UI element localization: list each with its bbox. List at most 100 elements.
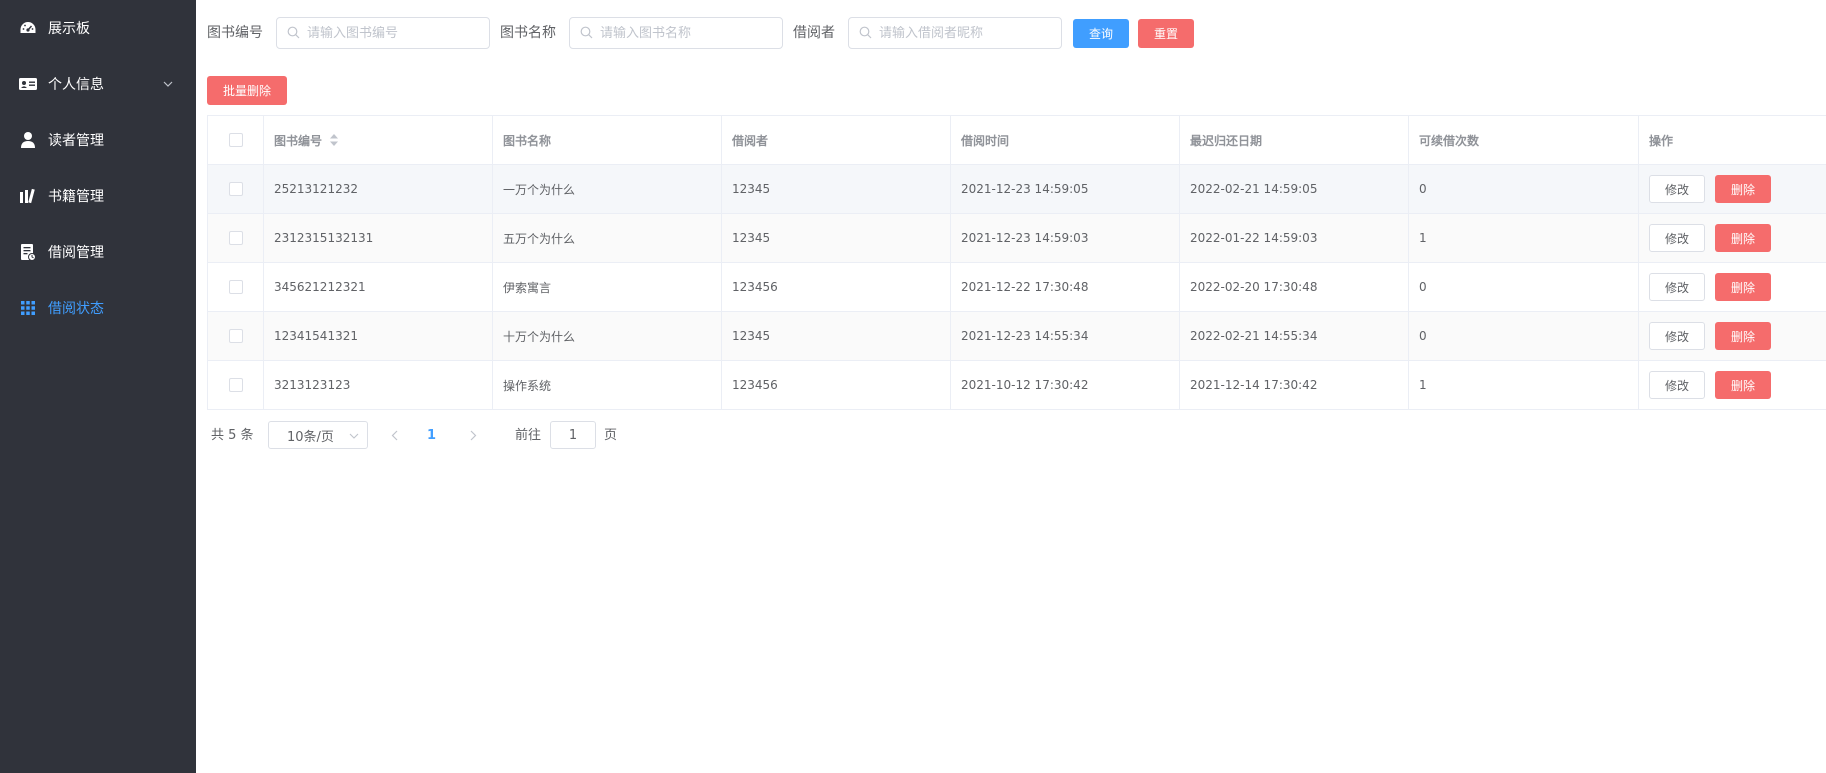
row-checkbox-cell (208, 165, 264, 213)
goto-label: 前往 (515, 428, 542, 443)
cell-due-date: 2021-12-14 17:30:42 (1180, 361, 1409, 409)
row-checkbox[interactable] (228, 280, 243, 294)
edit-button[interactable]: 修改 (1649, 175, 1705, 203)
pagination-total: 共 5 条 (211, 428, 254, 443)
sidebar-item-borrow-management[interactable]: 借阅管理 (0, 224, 196, 280)
cell-book-name: 一万个为什么 (493, 165, 722, 213)
select-all-checkbox[interactable] (228, 133, 243, 147)
sidebar-item-label: 展示板 (48, 21, 90, 37)
cell-renew-count: 0 (1409, 165, 1639, 213)
table-row: 3213123123 操作系统 123456 2021-10-12 17:30:… (208, 361, 1826, 410)
cell-book-id: 3213123123 (264, 361, 493, 409)
sidebar-item-borrow-status[interactable]: 借阅状态 (0, 280, 196, 336)
delete-button[interactable]: 删除 (1715, 175, 1771, 203)
cell-book-name: 五万个为什么 (493, 214, 722, 262)
column-header-book-id[interactable]: 图书编号 (264, 116, 493, 164)
cell-book-name: 伊索寓言 (493, 263, 722, 311)
row-checkbox-cell (208, 361, 264, 409)
sort-caret-icon[interactable] (330, 134, 339, 146)
cell-actions: 修改 删除 (1639, 312, 1826, 360)
cell-borrower: 123456 (722, 263, 951, 311)
edit-button[interactable]: 修改 (1649, 273, 1705, 301)
delete-button[interactable]: 删除 (1715, 371, 1771, 399)
book-name-field[interactable] (600, 25, 770, 41)
page-size-select[interactable]: 10条/页 (268, 421, 368, 449)
cell-renew-count: 0 (1409, 263, 1639, 311)
cell-borrower: 12345 (722, 214, 951, 262)
cell-renew-count: 1 (1409, 214, 1639, 262)
dashboard-icon (18, 18, 38, 38)
cell-borrower: 12345 (722, 165, 951, 213)
column-header-book-name: 图书名称 (493, 116, 722, 164)
row-checkbox[interactable] (228, 378, 243, 392)
column-header-borrow-time: 借阅时间 (951, 116, 1180, 164)
edit-button[interactable]: 修改 (1649, 224, 1705, 252)
sidebar-item-label: 书籍管理 (48, 189, 104, 205)
row-checkbox[interactable] (228, 329, 243, 343)
page-suffix-label: 页 (604, 428, 618, 443)
table-row: 2312315132131 五万个为什么 12345 2021-12-23 14… (208, 214, 1826, 263)
cell-book-id: 345621212321 (264, 263, 493, 311)
cell-actions: 修改 删除 (1639, 214, 1826, 262)
cell-due-date: 2022-01-22 14:59:03 (1180, 214, 1409, 262)
sidebar-item-reader-management[interactable]: 读者管理 (0, 112, 196, 168)
cell-borrow-time: 2021-12-23 14:55:34 (951, 312, 1180, 360)
cell-borrow-time: 2021-10-12 17:30:42 (951, 361, 1180, 409)
book-id-field[interactable] (307, 25, 477, 41)
delete-button[interactable]: 删除 (1715, 224, 1771, 252)
search-icon (859, 26, 873, 40)
cell-renew-count: 0 (1409, 312, 1639, 360)
cell-book-id: 25213121232 (264, 165, 493, 213)
sidebar-item-personal-info[interactable]: 个人信息 (0, 56, 196, 112)
cell-actions: 修改 删除 (1639, 165, 1826, 213)
sidebar-item-dashboard[interactable]: 展示板 (0, 0, 196, 56)
book-id-search-input[interactable] (276, 17, 490, 49)
row-checkbox[interactable] (228, 231, 243, 245)
borrow-status-table: 图书编号 图书名称 借阅者 借阅时间 最迟归还日期 可续借次数 操作 25213… (207, 115, 1826, 410)
borrower-field[interactable] (879, 25, 1049, 41)
cell-book-id: 2312315132131 (264, 214, 493, 262)
cell-actions: 修改 删除 (1639, 361, 1826, 409)
cell-borrower: 123456 (722, 361, 951, 409)
row-checkbox-cell (208, 214, 264, 262)
sidebar-item-label: 借阅状态 (48, 301, 104, 317)
cell-due-date: 2022-02-21 14:59:05 (1180, 165, 1409, 213)
cell-book-name: 十万个为什么 (493, 312, 722, 360)
borrower-search-input[interactable] (848, 17, 1062, 49)
main-content: 图书编号 图书名称 借阅者 查询 重置 批量删除 图书编号 (196, 0, 1826, 773)
cell-borrow-time: 2021-12-22 17:30:48 (951, 263, 1180, 311)
delete-button[interactable]: 删除 (1715, 273, 1771, 301)
cell-book-name: 操作系统 (493, 361, 722, 409)
user-icon (18, 130, 38, 150)
page-number-current[interactable]: 1 (427, 426, 436, 446)
column-header-actions: 操作 (1649, 133, 1674, 148)
grid-icon (18, 298, 38, 318)
sidebar-item-label: 借阅管理 (48, 245, 104, 261)
edit-button[interactable]: 修改 (1649, 371, 1705, 399)
row-checkbox-cell (208, 312, 264, 360)
reset-button[interactable]: 重置 (1138, 19, 1194, 48)
column-header-due-date: 最迟归还日期 (1180, 116, 1409, 164)
table-row: 345621212321 伊索寓言 123456 2021-12-22 17:3… (208, 263, 1826, 312)
book-name-label: 图书名称 (500, 25, 556, 41)
delete-button[interactable]: 删除 (1715, 322, 1771, 350)
cell-borrow-time: 2021-12-23 14:59:03 (951, 214, 1180, 262)
book-id-label: 图书编号 (207, 25, 263, 41)
prev-page-button[interactable] (388, 426, 400, 444)
edit-button[interactable]: 修改 (1649, 322, 1705, 350)
book-name-search-input[interactable] (569, 17, 783, 49)
sidebar: 展示板 个人信息 读者管理 书籍管理 借阅管理 借阅状态 (0, 0, 196, 773)
cell-due-date: 2022-02-21 14:55:34 (1180, 312, 1409, 360)
row-checkbox-cell (208, 263, 264, 311)
batch-delete-button[interactable]: 批量删除 (207, 76, 287, 105)
next-page-button[interactable] (467, 426, 479, 444)
goto-page-input[interactable]: 1 (550, 421, 596, 449)
search-icon (287, 26, 301, 40)
books-icon (18, 186, 38, 206)
sidebar-item-book-management[interactable]: 书籍管理 (0, 168, 196, 224)
table-header-row: 图书编号 图书名称 借阅者 借阅时间 最迟归还日期 可续借次数 操作 (208, 116, 1826, 165)
row-checkbox[interactable] (228, 182, 243, 196)
query-button[interactable]: 查询 (1073, 19, 1129, 48)
table-row: 12341541321 十万个为什么 12345 2021-12-23 14:5… (208, 312, 1826, 361)
cell-renew-count: 1 (1409, 361, 1639, 409)
